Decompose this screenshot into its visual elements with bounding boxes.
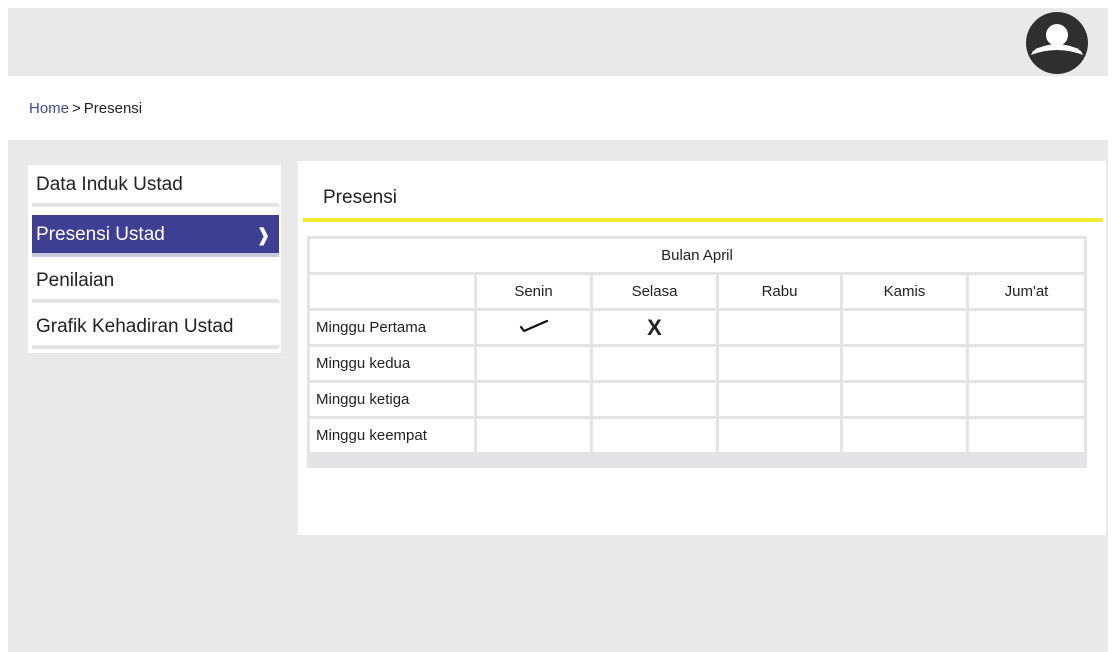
sidebar-item-label: Presensi Ustad — [36, 224, 165, 245]
attendance-table: Bulan April Senin Selasa Rabu Kamis Jum'… — [307, 236, 1087, 455]
attendance-cell[interactable] — [477, 383, 590, 416]
main-content-panel: Presensi Bulan April Senin Selasa Rabu K… — [298, 161, 1106, 535]
table-row: Minggu ketiga — [310, 383, 1084, 416]
table-month-header-row: Bulan April — [310, 239, 1084, 272]
breadcrumb-current: Presensi — [83, 100, 143, 117]
attendance-cell[interactable] — [969, 311, 1084, 344]
attendance-cell[interactable] — [593, 419, 716, 452]
attendance-cell[interactable] — [843, 419, 966, 452]
column-header-senin: Senin — [477, 275, 590, 308]
top-bar — [8, 8, 1108, 76]
x-icon: X — [647, 314, 662, 340]
sidebar-item-label: Grafik Kehadiran Ustad — [36, 316, 234, 337]
table-row: Minggu keempat — [310, 419, 1084, 452]
attendance-cell[interactable] — [477, 419, 590, 452]
breadcrumb: Home > Presensi — [29, 100, 142, 117]
column-header-selasa: Selasa — [593, 275, 716, 308]
row-label: Minggu ketiga — [310, 383, 474, 416]
sidebar: Data Induk Ustad Presensi Ustad ❱ Penila… — [28, 165, 281, 353]
table-corner-cell — [310, 275, 474, 308]
attendance-cell[interactable] — [719, 383, 840, 416]
table-day-header-row: Senin Selasa Rabu Kamis Jum'at — [310, 275, 1084, 308]
attendance-cell[interactable] — [593, 347, 716, 380]
attendance-cell[interactable]: X — [593, 311, 716, 344]
attendance-cell[interactable] — [843, 383, 966, 416]
sidebar-item-grafik-kehadiran-ustad[interactable]: Grafik Kehadiran Ustad — [32, 307, 279, 349]
row-label: Minggu kedua — [310, 347, 474, 380]
user-avatar-icon[interactable] — [1025, 11, 1089, 75]
breadcrumb-bar: Home > Presensi — [8, 76, 1108, 140]
breadcrumb-home-link[interactable]: Home — [29, 100, 69, 117]
attendance-cell[interactable] — [593, 383, 716, 416]
column-header-kamis: Kamis — [843, 275, 966, 308]
avatar-graphic — [1026, 12, 1088, 74]
attendance-cell[interactable] — [843, 347, 966, 380]
check-icon — [519, 319, 548, 332]
table-row: Minggu Pertama X — [310, 311, 1084, 344]
sidebar-item-label: Penilaian — [36, 270, 115, 291]
sidebar-item-penilaian[interactable]: Penilaian — [32, 261, 279, 303]
attendance-cell[interactable] — [477, 311, 590, 344]
table-row: Minggu kedua — [310, 347, 1084, 380]
sidebar-item-data-induk-ustad[interactable]: Data Induk Ustad — [32, 165, 279, 207]
attendance-cell[interactable] — [477, 347, 590, 380]
column-header-rabu: Rabu — [719, 275, 840, 308]
attendance-cell[interactable] — [969, 383, 1084, 416]
month-header: Bulan April — [310, 239, 1084, 272]
chevron-right-icon: ❱ — [255, 225, 271, 245]
sidebar-item-presensi-ustad[interactable]: Presensi Ustad ❱ — [32, 215, 279, 257]
page-title: Presensi — [323, 187, 397, 208]
breadcrumb-separator: > — [72, 100, 81, 117]
row-label: Minggu Pertama — [310, 311, 474, 344]
column-header-jumat: Jum'at — [969, 275, 1084, 308]
attendance-cell[interactable] — [969, 347, 1084, 380]
attendance-cell[interactable] — [719, 347, 840, 380]
sidebar-item-label: Data Induk Ustad — [36, 174, 183, 195]
attendance-cell[interactable] — [719, 419, 840, 452]
row-label: Minggu keempat — [310, 419, 474, 452]
attendance-cell[interactable] — [719, 311, 840, 344]
attendance-table-container: Bulan April Senin Selasa Rabu Kamis Jum'… — [307, 236, 1087, 468]
attendance-cell[interactable] — [843, 311, 966, 344]
app-frame: Home > Presensi Data Induk Ustad Presensi … — [8, 8, 1108, 652]
title-underline — [303, 218, 1103, 222]
attendance-cell[interactable] — [969, 419, 1084, 452]
